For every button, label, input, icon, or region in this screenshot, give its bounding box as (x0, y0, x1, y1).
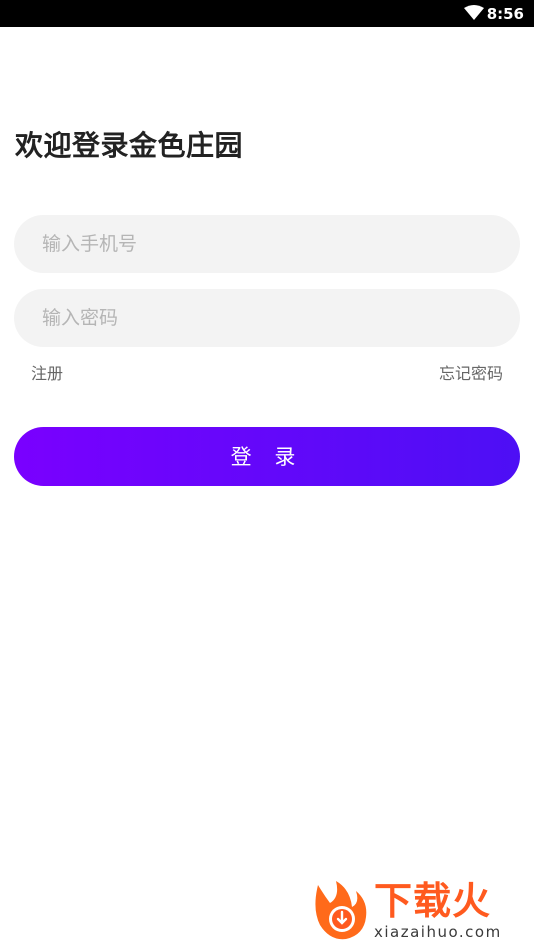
login-button[interactable]: 登 录 (14, 427, 520, 486)
login-screen: 8:56 欢迎登录金色庄园 注册 忘记密码 登 录 下载火 xiazaihuo.… (0, 0, 534, 949)
watermark: 下载火 xiazaihuo.com (308, 877, 528, 945)
password-input[interactable] (42, 289, 492, 347)
page-title: 欢迎登录金色庄园 (15, 129, 244, 162)
status-time: 8:56 (486, 5, 524, 23)
wifi-icon (464, 5, 484, 20)
status-bar: 8:56 (0, 0, 534, 27)
phone-input[interactable] (42, 215, 492, 273)
flame-download-icon (315, 881, 367, 940)
password-field[interactable] (14, 289, 520, 347)
register-link[interactable]: 注册 (31, 362, 63, 386)
phone-field[interactable] (14, 215, 520, 273)
watermark-url: xiazaihuo.com (374, 923, 502, 941)
forgot-password-link[interactable]: 忘记密码 (439, 362, 503, 386)
watermark-brand: 下载火 (374, 879, 492, 923)
